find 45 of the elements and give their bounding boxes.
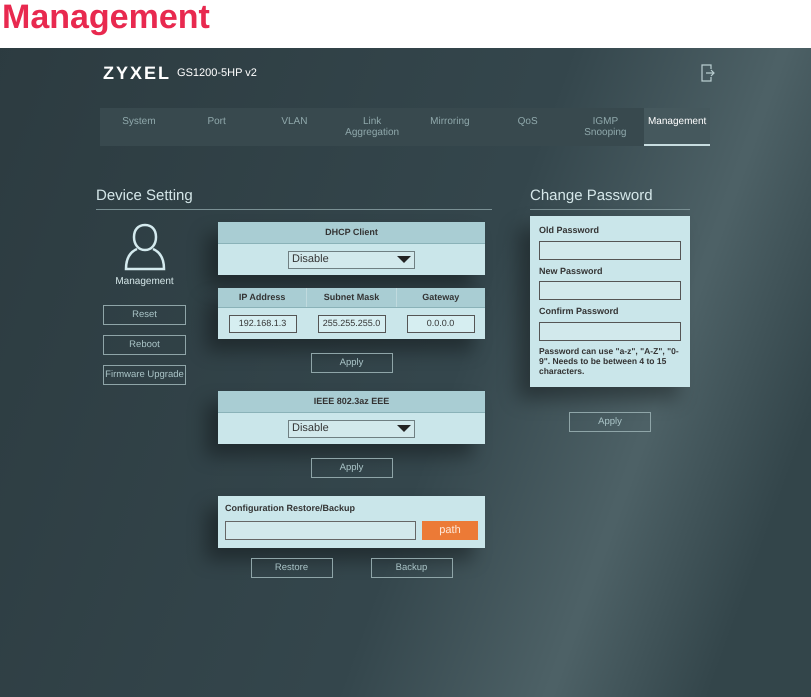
- input-field[interactable]: 192.168.1.3: [228, 314, 296, 332]
- action-button[interactable]: Reset: [103, 305, 186, 325]
- action-button[interactable]: Backup: [370, 558, 452, 578]
- nav-tab[interactable]: Mirroring: [411, 108, 489, 146]
- action-button[interactable]: Firmware Upgrade: [103, 365, 186, 385]
- action-button[interactable]: Reboot: [103, 335, 186, 355]
- field-label: Old Password: [539, 224, 600, 237]
- input-field[interactable]: 0.0.0.0: [406, 314, 474, 332]
- nav-tab[interactable]: Port: [178, 108, 256, 146]
- input-field[interactable]: [539, 240, 681, 260]
- page-title: Management: [2, 0, 210, 34]
- section-title: Device Setting: [96, 187, 193, 204]
- panel-header: DHCP Client: [218, 222, 485, 244]
- action-button[interactable]: Apply: [310, 458, 392, 478]
- action-button[interactable]: Apply: [310, 353, 392, 374]
- column-header: Gateway: [421, 290, 460, 304]
- input-field[interactable]: [539, 322, 681, 340]
- brand-logo: ZYXEL: [103, 62, 172, 84]
- dropdown[interactable]: Disable: [288, 420, 415, 438]
- model-name: GS1200-5HP v2: [177, 66, 257, 81]
- field-label: Confirm Password: [539, 305, 620, 318]
- nav-tab[interactable]: QoS: [488, 108, 566, 146]
- profile-label: Management: [115, 275, 174, 289]
- section-title: Change Password: [530, 187, 653, 204]
- nav-tab[interactable]: IGMP Snooping: [566, 108, 644, 146]
- user-icon: [122, 222, 166, 272]
- input-field[interactable]: [539, 281, 681, 300]
- caret-icon: [397, 256, 411, 263]
- caret-icon: [397, 425, 411, 432]
- panel-header: IEEE 802.3az EEE: [218, 391, 485, 414]
- dropdown[interactable]: Disable: [288, 250, 415, 268]
- password-hint: Password can use "a-z", "A-Z", "0-9". Needs to be between 4 to 15 characters.: [539, 346, 680, 376]
- logout-icon[interactable]: [701, 64, 715, 82]
- column-header: Subnet Mask: [307, 288, 397, 307]
- nav-tab[interactable]: Management: [644, 108, 710, 146]
- nav-tab[interactable]: VLAN: [256, 108, 334, 146]
- panel-label: Configuration Restore/Backup: [225, 502, 356, 516]
- action-button[interactable]: Apply: [569, 412, 651, 432]
- action-button[interactable]: Restore: [250, 558, 332, 578]
- column-header: IP Address: [218, 288, 308, 307]
- input-field[interactable]: 255.255.255.0: [318, 314, 386, 332]
- nav-tab[interactable]: System: [100, 108, 178, 146]
- file-path-field[interactable]: [225, 520, 416, 540]
- field-label: New Password: [539, 264, 604, 278]
- nav-tab[interactable]: Link Aggregation: [333, 108, 411, 146]
